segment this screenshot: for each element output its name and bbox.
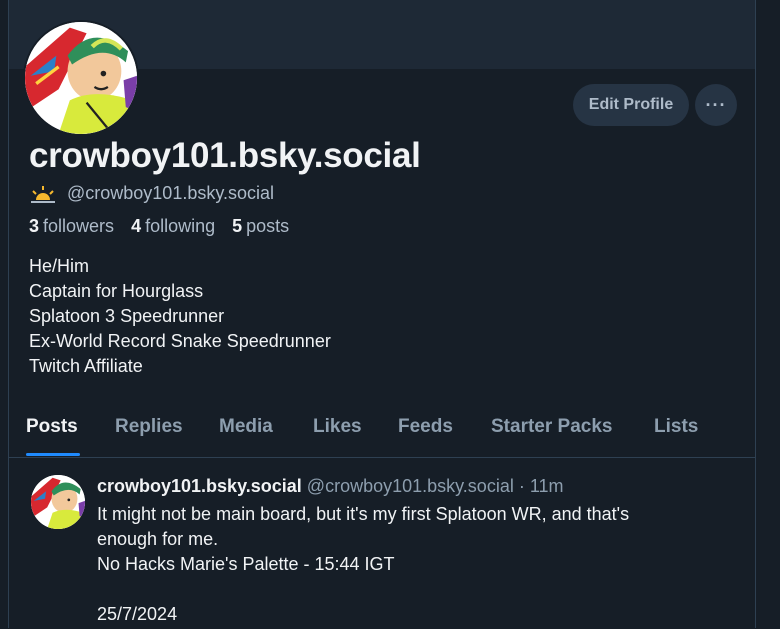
tab-starter-packs[interactable]: Starter Packs <box>491 416 612 438</box>
active-tab-indicator <box>26 453 80 456</box>
post-author-handle-time[interactable]: @crowboy101.bsky.social · 11m <box>307 476 564 496</box>
post-line: enough for me. <box>97 529 219 549</box>
tab-posts[interactable]: Posts <box>26 416 78 438</box>
profile-handle: @crowboy101.bsky.social <box>67 183 275 203</box>
tab-feeds[interactable]: Feeds <box>398 416 453 438</box>
bio-line: He/Him <box>29 256 90 276</box>
feed-post[interactable]: crowboy101.bsky.social @crowboy101.bsky.… <box>9 459 755 629</box>
sunrise-icon <box>31 185 55 203</box>
tab-media[interactable]: Media <box>219 416 273 438</box>
bio-line: Splatoon 3 Speedrunner <box>29 306 225 326</box>
posts-count: 5 posts <box>232 216 290 236</box>
avatar-illustration <box>25 22 137 134</box>
profile-tabs: Posts Replies Media Likes Feeds Starter … <box>9 402 755 458</box>
profile-display-name: crowboy101.bsky.social <box>29 136 421 175</box>
profile-handle-row: @crowboy101.bsky.social <box>29 183 274 204</box>
bio-line: Twitch Affiliate <box>29 356 143 376</box>
post-line: It might not be main board, but it's my … <box>97 504 630 524</box>
following-link[interactable]: 4 following <box>131 216 215 236</box>
ellipsis-icon: ··· <box>705 94 727 115</box>
profile-page: Edit Profile ··· crowboy101.bsky.social … <box>8 0 756 628</box>
tab-likes[interactable]: Likes <box>313 416 362 438</box>
post-line: 25/7/2024 <box>97 604 178 624</box>
bio-line: Captain for Hourglass <box>29 281 204 301</box>
edit-profile-button[interactable]: Edit Profile <box>573 84 689 126</box>
profile-stats: 3 followers 4 following 5 posts <box>29 216 301 237</box>
post-line <box>97 577 717 602</box>
tab-lists[interactable]: Lists <box>654 416 698 438</box>
post-header: crowboy101.bsky.social @crowboy101.bsky.… <box>97 476 564 497</box>
post-author-avatar[interactable] <box>31 475 85 529</box>
tab-replies[interactable]: Replies <box>115 416 183 438</box>
bio-line: Ex-World Record Snake Speedrunner <box>29 331 331 351</box>
followers-link[interactable]: 3 followers <box>29 216 114 236</box>
post-text: It might not be main board, but it's my … <box>97 502 717 627</box>
profile-bio: He/Him Captain for Hourglass Splatoon 3 … <box>29 254 331 379</box>
profile-avatar[interactable] <box>23 20 139 136</box>
post-author-name[interactable]: crowboy101.bsky.social <box>97 476 302 496</box>
more-options-button[interactable]: ··· <box>695 84 737 126</box>
avatar-illustration <box>31 475 85 529</box>
post-line: No Hacks Marie's Palette - 15:44 IGT <box>97 554 395 574</box>
